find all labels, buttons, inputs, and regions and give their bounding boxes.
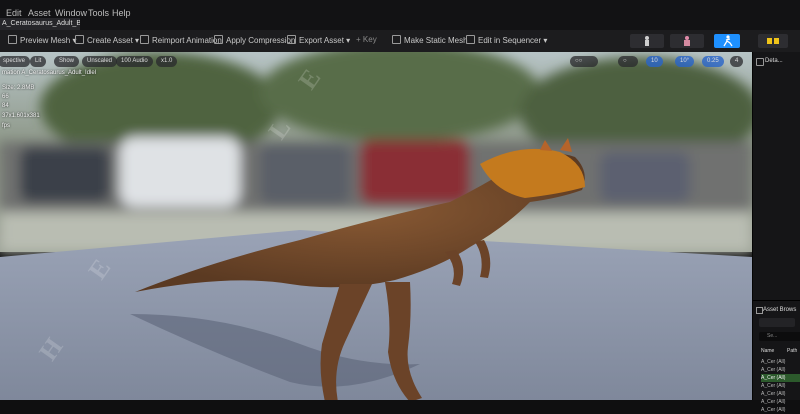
blueprint-mode-button[interactable] xyxy=(758,34,788,48)
list-item[interactable]: A_Cer (All) xyxy=(761,358,800,366)
list-item[interactable]: A_Cer (All) xyxy=(761,390,800,398)
asset-search-input[interactable]: Se... xyxy=(759,332,800,341)
rotation-snap-value[interactable]: 10° xyxy=(675,56,695,67)
apply-compression-label: Apply Compression xyxy=(226,36,296,45)
camera-speed-value[interactable]: 4 xyxy=(730,56,744,67)
create-asset-label: Create Asset xyxy=(87,36,133,45)
transform-tools[interactable]: ○○ xyxy=(570,56,598,67)
export-asset-label: Export Asset xyxy=(299,36,344,45)
preview-mesh-label: Preview Mesh xyxy=(20,36,71,45)
sequencer-icon xyxy=(466,35,475,44)
mesh-mode-button[interactable] xyxy=(670,34,704,48)
reimport-icon xyxy=(140,35,149,44)
list-item-selected[interactable]: A_Cer (All) xyxy=(761,374,800,382)
make-static-mesh-button[interactable]: Make Static Mesh xyxy=(392,35,468,45)
list-item[interactable]: A_Cer (All) xyxy=(761,366,800,374)
reimport-animation-button[interactable]: Reimport Animation xyxy=(140,35,222,45)
export-icon xyxy=(287,35,296,44)
running-figure-icon xyxy=(723,35,733,47)
scale-dropdown[interactable]: Unscaled xyxy=(82,56,118,67)
make-static-mesh-label: Make Static Mesh xyxy=(404,36,468,45)
menu-asset[interactable]: Asset xyxy=(28,8,51,18)
details-panel: Deta... Asset Brows Se... Name Path A_Ce… xyxy=(752,52,800,413)
details-panel-title[interactable]: Deta... xyxy=(765,58,783,64)
apply-compression-button[interactable]: Apply Compression xyxy=(214,35,295,45)
edit-in-sequencer-label: Edit in Sequencer xyxy=(478,36,542,45)
create-asset-button[interactable]: Create Asset ▾ xyxy=(75,35,139,45)
skeleton-mode-button[interactable] xyxy=(630,34,664,48)
asset-browser-title[interactable]: Asset Brows xyxy=(763,307,796,313)
asset-browser-icon xyxy=(756,307,763,314)
edit-in-sequencer-button[interactable]: Edit in Sequencer ▾ xyxy=(466,35,547,45)
playback-speed-dropdown[interactable]: x1.0 xyxy=(156,56,178,67)
reimport-animation-label: Reimport Animation xyxy=(152,36,222,45)
panel-divider xyxy=(753,300,800,301)
list-item[interactable]: A_Cer (All) xyxy=(761,406,800,414)
animation-mode-button[interactable] xyxy=(714,34,740,48)
perspective-dropdown[interactable]: spective xyxy=(0,56,31,67)
info-line-6: fps xyxy=(2,123,11,129)
character-icon xyxy=(684,36,690,46)
menu-window[interactable]: Window xyxy=(55,8,87,18)
lit-dropdown[interactable]: Lit xyxy=(30,56,47,67)
info-line-1: mation A_Ceratosaurus_Adult_Idlel xyxy=(2,70,97,76)
info-line-2: Size: 2.8MB xyxy=(2,85,35,91)
list-item[interactable]: A_Cer (All) xyxy=(761,382,800,390)
menu-bar: Edit Asset Window Tools Help A_Ceratosau… xyxy=(0,0,800,30)
export-asset-button[interactable]: Export Asset ▾ xyxy=(287,35,350,45)
grid-snap-value[interactable]: 10 xyxy=(646,56,663,67)
show-dropdown[interactable]: Show xyxy=(54,56,80,67)
viewport-scene xyxy=(0,52,752,400)
static-mesh-icon xyxy=(392,35,401,44)
key-button[interactable]: + Key xyxy=(356,35,377,44)
list-item[interactable]: A_Cer (All) xyxy=(761,398,800,406)
menu-tools[interactable]: Tools xyxy=(88,8,109,18)
plus-icon xyxy=(75,35,84,44)
compress-icon xyxy=(214,35,223,44)
info-line-3: 66 xyxy=(2,94,9,100)
animation-viewport[interactable]: spective Lit Show Unscaled 100 Audio x1.… xyxy=(0,52,752,400)
key-label: Key xyxy=(362,35,377,44)
column-name-header[interactable]: Name xyxy=(761,348,774,354)
snap-toggle[interactable]: ○ xyxy=(618,56,638,67)
scale-snap-value[interactable]: 0.25 xyxy=(702,56,724,67)
blueprint-icon xyxy=(767,38,779,44)
info-line-5: 37x1.601x381 xyxy=(2,113,40,119)
document-tab[interactable]: A_Ceratosaurus_Adult_B... xyxy=(0,18,80,30)
audio-dropdown[interactable]: 100 Audio xyxy=(116,56,153,67)
browser-nav-buttons[interactable] xyxy=(759,318,795,327)
column-path-header[interactable]: Path xyxy=(787,348,797,354)
menu-help[interactable]: Help xyxy=(112,8,131,18)
menu-edit[interactable]: Edit xyxy=(6,8,22,18)
skeleton-icon xyxy=(645,36,649,46)
info-line-4: 84 xyxy=(2,103,9,109)
details-icon xyxy=(756,58,764,66)
cube-icon xyxy=(8,35,17,44)
preview-mesh-button[interactable]: Preview Mesh ▾ xyxy=(8,35,77,45)
